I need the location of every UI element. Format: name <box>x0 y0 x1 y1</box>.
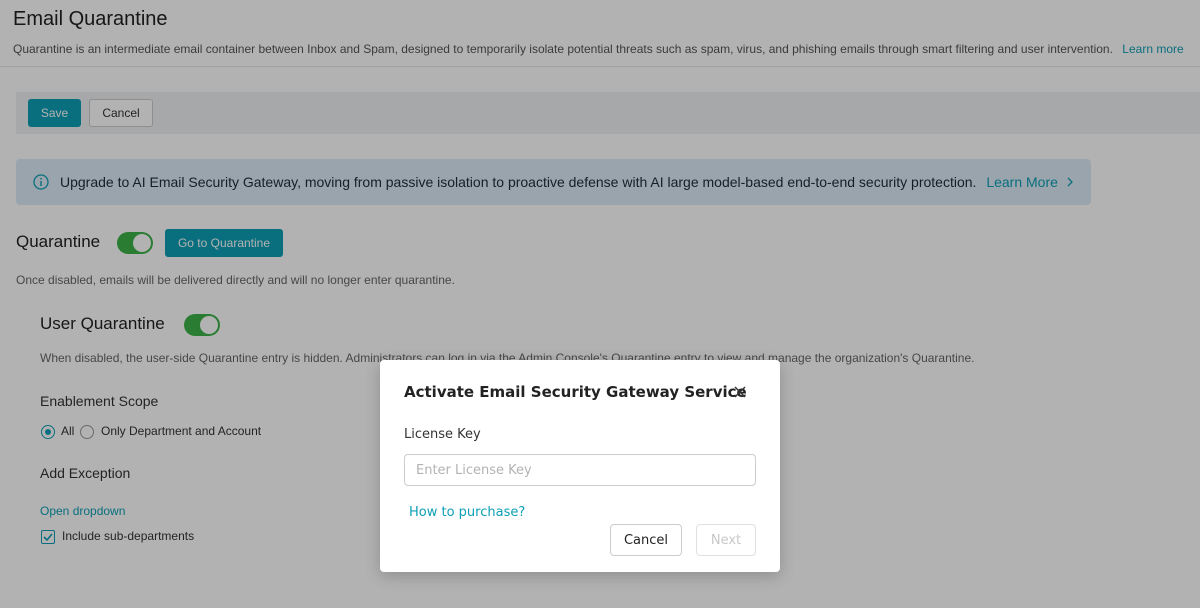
license-key-input[interactable] <box>404 454 756 486</box>
close-icon[interactable] <box>732 384 748 400</box>
dialog-next-button: Next <box>696 524 756 556</box>
activate-gateway-dialog: Activate Email Security Gateway Service … <box>380 360 780 572</box>
dialog-title: Activate Email Security Gateway Service <box>404 383 747 401</box>
dialog-cancel-button[interactable]: Cancel <box>610 524 682 556</box>
license-key-label: License Key <box>404 427 481 442</box>
how-to-purchase-link[interactable]: How to purchase? <box>409 505 525 520</box>
